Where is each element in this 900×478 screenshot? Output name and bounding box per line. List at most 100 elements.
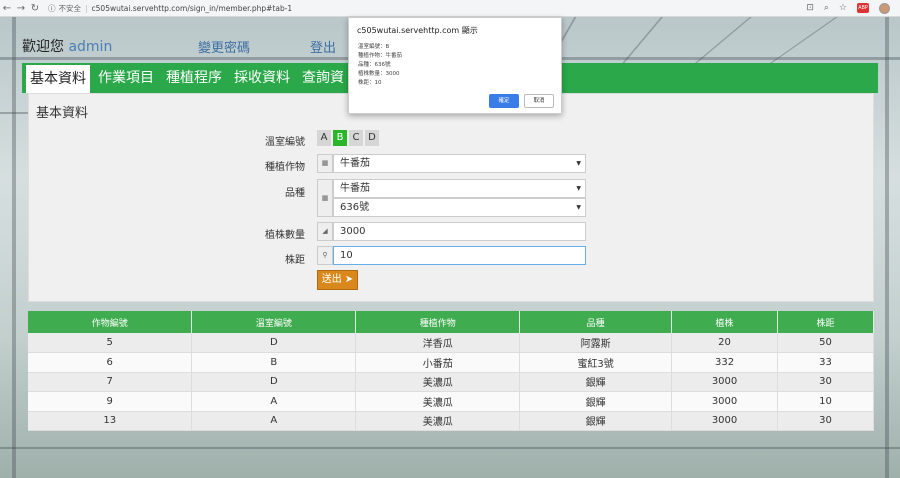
table-cell: 阿露斯	[519, 333, 673, 353]
submit-button[interactable]: 送出 ➤	[317, 270, 358, 290]
plant-count-label: 植株數量	[265, 230, 305, 241]
plant-count-value: 3000	[340, 226, 366, 237]
table-cell: 50	[777, 333, 874, 353]
greenhouse-option-b[interactable]: B	[333, 130, 347, 146]
table-cell: 銀輝	[519, 372, 673, 392]
table-row[interactable]: 13 A 美濃瓜 銀輝 3000 30	[28, 411, 874, 431]
crop-value: 牛番茄	[340, 158, 370, 169]
dialog-ok-button[interactable]: 確定	[489, 94, 519, 108]
browser-toolbar: ← → ↻ ⓘ 不安全 | c505wutai.servehttp.com/si…	[0, 0, 900, 17]
back-icon[interactable]: ←	[0, 0, 14, 17]
zoom-icon[interactable]: ⌕	[824, 3, 829, 13]
info-icon: ⓘ	[48, 3, 56, 13]
security-label: 不安全	[58, 3, 82, 13]
list-icon: ▦	[317, 179, 333, 217]
table-cell: 美濃瓜	[355, 372, 521, 392]
table-cell: 3000	[671, 391, 779, 412]
greenhouse-label: 溫室編號	[265, 137, 305, 148]
dialog-line: 種植作物：牛番茄	[358, 53, 403, 59]
dialog-line: 植株數量：3000	[358, 71, 400, 77]
panel-title: 基本資料	[36, 106, 89, 121]
table-cell: D	[191, 333, 357, 353]
dialog-line: 株距：10	[358, 80, 382, 86]
change-password-link[interactable]: 變更密碼	[198, 37, 250, 56]
submit-label: 送出	[321, 274, 342, 285]
table-row[interactable]: 7 D 美濃瓜 銀輝 3000 30	[28, 372, 874, 392]
table-cell: 蜜紅3號	[519, 352, 673, 373]
table-cell: B	[191, 352, 357, 373]
table-cell: A	[191, 411, 357, 431]
table-cell: 3000	[671, 372, 779, 392]
table-row[interactable]: 6 B 小番茄 蜜紅3號 332 33	[28, 352, 874, 373]
table-cell: 美濃瓜	[355, 411, 521, 431]
dialog-cancel-button[interactable]: 取消	[524, 94, 554, 108]
forward-icon[interactable]: →	[14, 0, 28, 17]
table-cell: 9	[28, 391, 193, 412]
tab-basic-info[interactable]: 基本資料	[26, 65, 90, 93]
alert-dialog: c505wutai.servehttp.com 顯示 溫室編號：B 種植作物：牛…	[348, 17, 562, 114]
table-cell: 5	[28, 333, 193, 353]
crop-select[interactable]: 牛番茄 ▼	[333, 154, 586, 173]
variety-label: 品種	[285, 188, 305, 199]
variety-value-1: 牛番茄	[340, 183, 370, 194]
extension-icon[interactable]: ABP	[857, 3, 869, 13]
spacing-label: 株距	[285, 255, 305, 266]
variety-select-2[interactable]: 636號 ▼	[333, 198, 586, 217]
column-header: 植株	[671, 311, 779, 333]
tab-tasks[interactable]: 作業項目	[94, 63, 158, 93]
chevron-down-icon: ▼	[576, 185, 581, 192]
table-cell: 6	[28, 352, 193, 373]
table-cell: 7	[28, 372, 193, 392]
crop-label: 種植作物	[265, 162, 305, 173]
table-cell: 33	[777, 352, 874, 373]
translate-icon[interactable]: ⊡	[806, 3, 814, 13]
crop-table: 作物編號 溫室編號 種植作物 品種 植株 株距 5 D 洋香瓜 阿露斯 20 5…	[28, 311, 874, 431]
column-header: 株距	[777, 311, 874, 333]
variety-value-2: 636號	[340, 202, 370, 213]
greenhouse-option-a[interactable]: A	[317, 130, 331, 146]
list-icon: ▦	[317, 154, 333, 173]
spacing-input[interactable]: 10	[333, 246, 586, 265]
separator: |	[85, 3, 88, 13]
send-icon: ➤	[344, 274, 354, 285]
table-cell: A	[191, 391, 357, 412]
tab-query[interactable]: 查詢資	[298, 63, 348, 93]
logout-link[interactable]: 登出	[310, 37, 336, 56]
table-row[interactable]: 9 A 美濃瓜 銀輝 3000 10	[28, 391, 874, 412]
column-header: 作物編號	[28, 311, 193, 333]
table-cell: 10	[777, 391, 874, 412]
tab-harvest[interactable]: 採收資料	[230, 63, 294, 93]
tab-planting[interactable]: 種植程序	[162, 63, 226, 93]
signal-icon: ◢	[317, 222, 333, 241]
table-cell: 30	[777, 411, 874, 431]
greenhouse-option-d[interactable]: D	[365, 130, 379, 146]
table-cell: 銀輝	[519, 411, 673, 431]
table-cell: 銀輝	[519, 391, 673, 412]
column-header: 溫室編號	[191, 311, 357, 333]
profile-avatar[interactable]	[879, 2, 890, 14]
dialog-line: 溫室編號：B	[358, 44, 390, 50]
table-cell: 美濃瓜	[355, 391, 521, 412]
chevron-down-icon: ▼	[576, 160, 581, 167]
greenhouse-option-c[interactable]: C	[349, 130, 363, 146]
reload-icon[interactable]: ↻	[28, 0, 42, 17]
spacing-value: 10	[340, 250, 353, 261]
table-cell: 332	[671, 352, 779, 373]
address-bar[interactable]: ⓘ 不安全 | c505wutai.servehttp.com/sign_in/…	[48, 3, 292, 14]
welcome-text: 歡迎您 admin	[22, 36, 112, 56]
table-cell: D	[191, 372, 357, 392]
plant-count-input[interactable]: 3000	[333, 222, 586, 241]
table-row[interactable]: 5 D 洋香瓜 阿露斯 20 50	[28, 333, 874, 353]
table-cell: 小番茄	[355, 352, 521, 373]
variety-select-1[interactable]: 牛番茄 ▼	[333, 179, 586, 198]
table-cell: 20	[671, 333, 779, 353]
dialog-line: 品種：636號	[358, 62, 391, 68]
column-header: 品種	[519, 311, 673, 333]
star-icon[interactable]: ☆	[839, 3, 847, 13]
table-cell: 洋香瓜	[355, 333, 521, 353]
chevron-down-icon: ▼	[576, 204, 581, 211]
table-header-row: 作物編號 溫室編號 種植作物 品種 植株 株距	[28, 311, 874, 333]
table-cell: 3000	[671, 411, 779, 431]
basic-info-panel: 基本資料 溫室編號 A B C D 種植作物 ▦ 牛番茄 ▼ 品種 ▦ 牛番茄 …	[28, 93, 874, 302]
column-header: 種植作物	[355, 311, 521, 333]
